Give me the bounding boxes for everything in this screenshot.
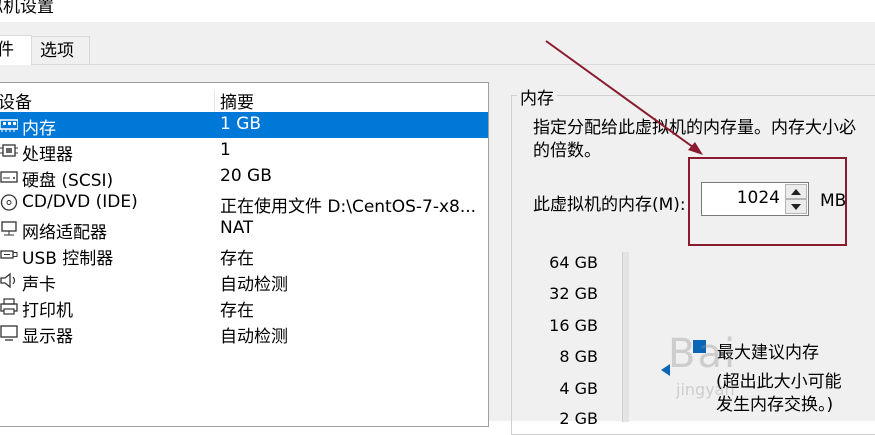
device-summary: 自动检测	[220, 275, 288, 295]
printer-icon	[0, 298, 18, 315]
column-header-device[interactable]: 设备	[0, 88, 32, 113]
device-summary: 自动检测	[220, 327, 288, 347]
scale-label: 8 GB	[559, 347, 598, 366]
sound-icon	[0, 272, 16, 289]
device-list-header: 设备 摘要	[0, 86, 488, 113]
memory-field-label: 此虚拟机的内存(M):	[533, 195, 686, 215]
device-name: USB 控制器	[22, 249, 114, 269]
device-row-sound[interactable]: 声卡 自动检测	[0, 268, 488, 295]
watermark-logo: Bai	[668, 331, 738, 377]
device-row-processor[interactable]: 处理器 1	[0, 138, 488, 165]
device-list: 设备 摘要 内存 1 GB 处理器 1 硬盘 (SCSI) 20 GB CD/D…	[0, 82, 489, 427]
device-summary: NAT	[220, 218, 254, 238]
memory-icon	[0, 119, 18, 132]
column-divider[interactable]	[214, 90, 215, 112]
display-icon	[0, 325, 18, 341]
device-name: CD/DVD (IDE)	[22, 192, 138, 212]
processor-icon	[0, 144, 18, 157]
device-summary: 1 GB	[220, 114, 262, 134]
watermark-subtext: jingyan	[676, 380, 735, 399]
tab-hardware[interactable]: 件	[0, 35, 32, 65]
device-name: 网络适配器	[22, 223, 107, 243]
scale-label: 2 GB	[559, 409, 598, 428]
column-header-summary[interactable]: 摘要	[220, 88, 254, 113]
device-row-display[interactable]: 显示器 自动检测	[0, 320, 488, 347]
scale-label: 64 GB	[549, 253, 598, 272]
window-title-bar: 拟机设置	[0, 0, 875, 22]
device-summary: 正在使用文件 D:\CentOS-7-x8...	[220, 197, 477, 217]
window-title: 拟机设置	[0, 0, 54, 17]
harddisk-icon	[0, 171, 18, 183]
tab-options[interactable]: 选项	[31, 36, 90, 64]
device-row-cd-dvd[interactable]: CD/DVD (IDE) 正在使用文件 D:\CentOS-7-x8...	[0, 190, 488, 217]
device-summary: 20 GB	[220, 166, 272, 186]
device-name: 显示器	[22, 327, 73, 347]
annotation-highlight-box	[688, 157, 847, 246]
device-name: 硬盘 (SCSI)	[22, 171, 114, 191]
memory-scale-track[interactable]	[622, 252, 629, 422]
device-name: 打印机	[22, 301, 73, 321]
device-summary: 存在	[220, 249, 254, 269]
device-summary: 存在	[220, 301, 254, 321]
device-summary: 1	[220, 140, 231, 160]
memory-group-title: 内存	[517, 84, 557, 109]
device-name: 声卡	[22, 275, 56, 295]
cd-dvd-icon	[0, 194, 18, 211]
tab-bar: 件 选项	[0, 22, 875, 65]
network-adapter-icon	[1, 221, 17, 236]
device-row-harddisk[interactable]: 硬盘 (SCSI) 20 GB	[0, 164, 488, 191]
device-name: 内存	[22, 119, 56, 139]
device-name: 处理器	[22, 145, 73, 165]
device-row-network-adapter[interactable]: 网络适配器 NAT	[0, 216, 488, 243]
scale-label: 32 GB	[549, 284, 598, 303]
device-row-usb[interactable]: USB 控制器 存在	[0, 242, 488, 269]
device-row-printer[interactable]: 打印机 存在	[0, 294, 488, 321]
device-row-memory[interactable]: 内存 1 GB	[0, 112, 488, 139]
memory-description-line: 指定分配给此虚拟机的内存量。内存大小必	[533, 118, 856, 138]
scale-label: 4 GB	[559, 379, 598, 398]
scale-label: 16 GB	[549, 316, 598, 335]
usb-icon	[0, 250, 18, 259]
